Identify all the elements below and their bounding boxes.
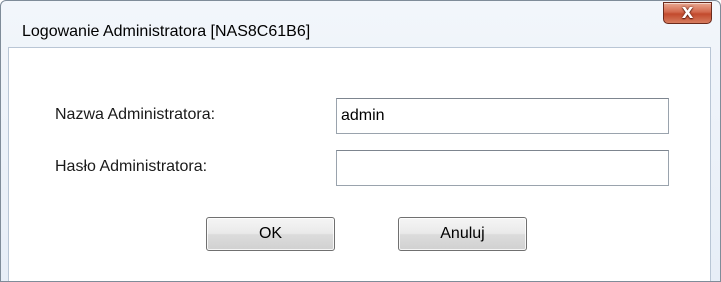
password-input[interactable]	[336, 150, 669, 186]
cancel-button[interactable]: Anuluj	[398, 217, 527, 251]
username-input[interactable]	[336, 98, 669, 134]
username-label: Nazwa Administratora:	[55, 106, 216, 123]
title-bar[interactable]: Logowanie Administratora [NAS8C61B6] X	[1, 1, 720, 47]
close-icon: X	[681, 3, 694, 22]
window-title: Logowanie Administratora [NAS8C61B6]	[22, 23, 311, 40]
dialog-body: Nazwa Administratora: Hasło Administrato…	[8, 47, 711, 281]
ok-button[interactable]: OK	[206, 217, 335, 251]
close-button[interactable]: X	[663, 2, 712, 24]
password-label: Hasło Administratora:	[55, 158, 208, 175]
login-dialog: Logowanie Administratora [NAS8C61B6] X N…	[0, 0, 721, 282]
